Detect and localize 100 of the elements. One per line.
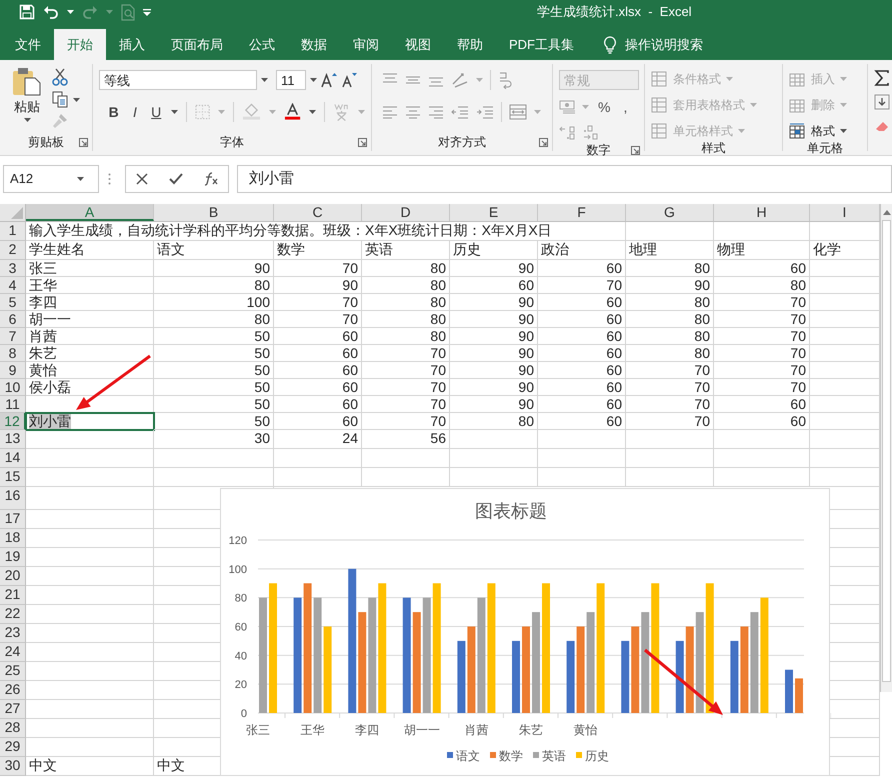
ribbon-tab[interactable]: 开始	[54, 29, 106, 60]
row-header[interactable]: 12	[0, 413, 26, 430]
border-icon[interactable]	[194, 104, 210, 120]
comma-style-button[interactable]: ,	[619, 99, 632, 115]
row-header[interactable]: 18	[0, 529, 26, 548]
scrollbar-thumb[interactable]	[882, 220, 891, 682]
caret-icon[interactable]	[261, 78, 268, 82]
caret-icon[interactable]	[308, 110, 316, 114]
row-header[interactable]: 14	[0, 449, 26, 468]
row-header[interactable]: 24	[0, 643, 26, 662]
ribbon-tab[interactable]: 文件	[2, 29, 54, 60]
sum-icon[interactable]	[874, 70, 890, 86]
decrease-decimal-icon[interactable]	[582, 125, 600, 141]
font-size-select[interactable]: 11	[276, 70, 306, 90]
copy-icon[interactable]	[52, 91, 68, 108]
column-header[interactable]: F	[538, 204, 626, 221]
row-header[interactable]: 22	[0, 605, 26, 624]
ribbon-tab[interactable]: 数据	[288, 29, 340, 60]
row-header[interactable]: 11	[0, 396, 26, 413]
decrease-indent-icon[interactable]	[451, 105, 469, 119]
row-header[interactable]: 6	[0, 311, 26, 328]
caret-icon[interactable]	[77, 177, 84, 181]
paste-icon[interactable]	[12, 66, 42, 96]
scroll-up-icon[interactable]	[882, 208, 892, 216]
caret-icon[interactable]	[170, 110, 178, 114]
row-header[interactable]: 16	[0, 487, 26, 510]
cells-icon[interactable]	[789, 97, 806, 113]
caret-icon[interactable]	[310, 78, 317, 82]
wrap-text-icon[interactable]	[498, 71, 514, 89]
insert-function-icon[interactable]	[204, 172, 218, 186]
customize-menu-icon[interactable]	[143, 8, 151, 16]
dialog-launcher-icon[interactable]	[358, 138, 367, 146]
search-field[interactable]: 操作说明搜索	[625, 36, 703, 54]
scissors-icon[interactable]	[52, 68, 68, 86]
cells-icon[interactable]	[789, 71, 806, 87]
row-header[interactable]: 15	[0, 468, 26, 487]
name-box[interactable]: A12	[3, 165, 99, 193]
ribbon-tab[interactable]: 插入	[106, 29, 158, 60]
underline-button[interactable]: U	[150, 104, 163, 120]
row-header[interactable]: 30	[0, 757, 26, 776]
row-header[interactable]: 26	[0, 681, 26, 700]
bold-button[interactable]: B	[107, 104, 120, 120]
format-painter-icon[interactable]	[52, 113, 68, 129]
row-header[interactable]: 29	[0, 738, 26, 757]
merge-cells-icon[interactable]	[509, 104, 527, 120]
cells-icon[interactable]	[789, 123, 806, 139]
font-select[interactable]: 等线	[99, 70, 257, 90]
ribbon-tab[interactable]: PDF工具集	[496, 29, 587, 60]
ribbon-tab[interactable]: 公式	[236, 29, 288, 60]
column-header[interactable]: E	[450, 204, 538, 221]
row-header[interactable]: 27	[0, 700, 26, 719]
select-all-icon[interactable]	[11, 207, 23, 219]
font-color-icon[interactable]	[284, 103, 301, 121]
chart-panel[interactable]: 图表标题 0 20 40 60 80 100 120 张三 王华 李四 胡一一 肖茜 朱艺 黄怡 语文 数学 英语 历史	[220, 488, 830, 776]
row-header[interactable]: 17	[0, 510, 26, 529]
dialog-launcher-icon[interactable]	[539, 138, 548, 146]
column-header[interactable]: C	[274, 204, 362, 221]
ribbon-tab[interactable]: 帮助	[444, 29, 496, 60]
align-left-icon[interactable]	[382, 105, 398, 119]
increase-decimal-icon[interactable]	[559, 125, 577, 141]
dialog-launcher-icon[interactable]	[79, 138, 88, 146]
ribbon-tab[interactable]: 页面布局	[158, 29, 236, 60]
caret-icon[interactable]	[24, 118, 30, 122]
paste-button[interactable]: 粘贴	[14, 98, 40, 116]
column-header[interactable]: G	[626, 204, 714, 221]
grow-font-icon[interactable]	[321, 72, 337, 88]
caret-icon[interactable]	[67, 10, 74, 14]
shrink-font-icon[interactable]	[341, 72, 357, 88]
cancel-icon[interactable]	[136, 173, 148, 185]
cells-button[interactable]: 格式	[811, 123, 835, 139]
row-header[interactable]: 8	[0, 345, 26, 362]
currency-icon[interactable]	[559, 99, 577, 115]
checkmark-icon[interactable]	[168, 173, 183, 185]
row-header[interactable]: 2	[0, 241, 26, 260]
increase-indent-icon[interactable]	[476, 105, 494, 119]
save-icon[interactable]	[19, 4, 35, 20]
row-header[interactable]: 20	[0, 567, 26, 586]
table-style-icon[interactable]	[651, 71, 668, 87]
caret-icon[interactable]	[73, 98, 80, 102]
column-header[interactable]: H	[714, 204, 810, 221]
column-header[interactable]: D	[362, 204, 450, 221]
orientation-icon[interactable]	[451, 72, 469, 88]
row-header[interactable]: 28	[0, 719, 26, 738]
formula-field[interactable]: 刘小雷	[237, 165, 892, 193]
row-header[interactable]: 3	[0, 260, 26, 277]
drag-handle-icon[interactable]	[108, 173, 111, 185]
lightbulb-icon[interactable]	[603, 36, 617, 54]
ribbon-tab[interactable]: 审阅	[340, 29, 392, 60]
row-header[interactable]: 25	[0, 662, 26, 681]
row-header[interactable]: 7	[0, 328, 26, 345]
table-style-icon[interactable]	[651, 123, 668, 139]
row-header[interactable]: 21	[0, 586, 26, 605]
print-preview-icon[interactable]	[121, 4, 135, 20]
caret-icon[interactable]	[840, 129, 847, 133]
align-right-icon[interactable]	[428, 105, 444, 119]
ribbon-tab[interactable]: 视图	[392, 29, 444, 60]
table-style-icon[interactable]	[651, 97, 668, 113]
column-header[interactable]: B	[154, 204, 274, 221]
align-center-icon[interactable]	[405, 105, 421, 119]
percent-button[interactable]: %	[594, 99, 614, 115]
